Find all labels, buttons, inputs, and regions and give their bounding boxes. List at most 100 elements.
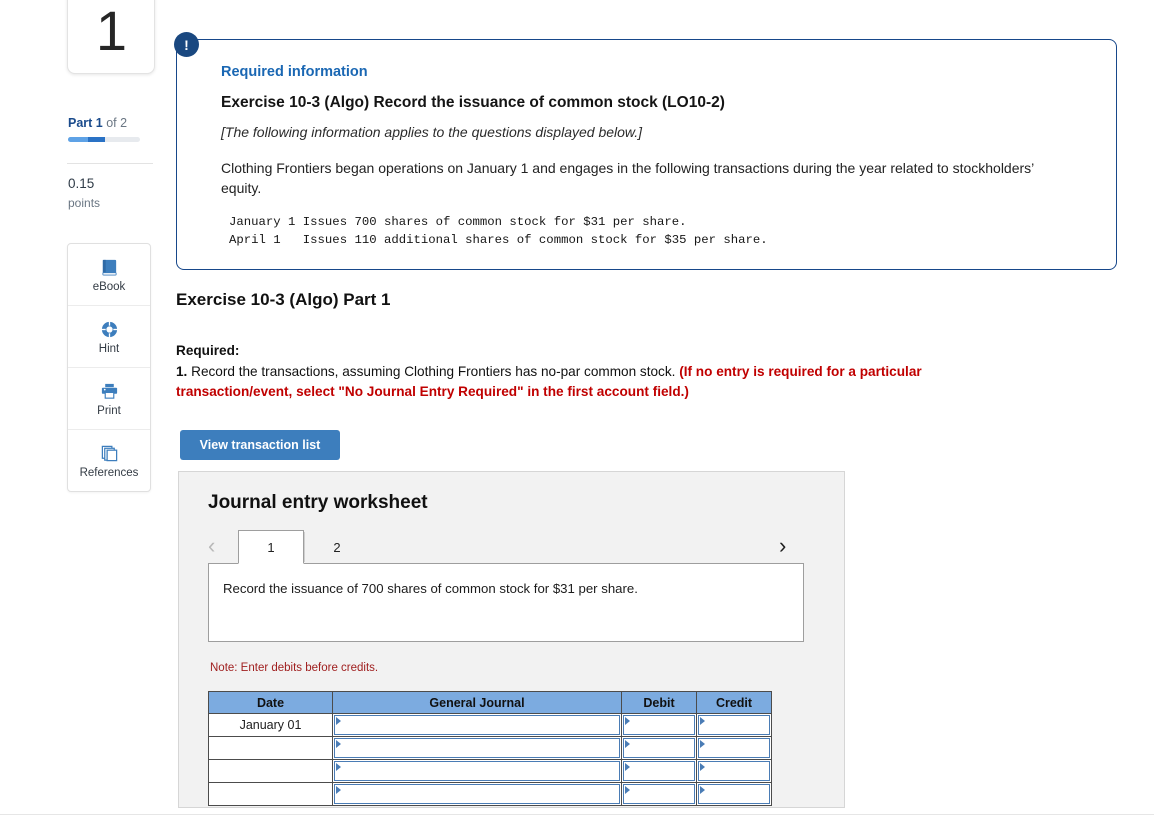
tab-entry-2[interactable]: 2 xyxy=(304,530,370,564)
sidebar-item-hint-label: Hint xyxy=(98,343,120,355)
copy-pages-icon xyxy=(100,442,119,464)
required-info-badge: ! xyxy=(174,32,199,57)
sidebar-divider xyxy=(67,163,153,164)
question-sidebar: 1 Part 1 of 2 0.15 points eBook Hint Pri… xyxy=(0,0,168,818)
table-header-row: Date General Journal Debit Credit xyxy=(208,691,772,714)
page-bottom-divider xyxy=(0,814,1154,815)
worksheet-instruction-panel: Record the issuance of 700 shares of com… xyxy=(208,563,804,642)
sidebar-item-print[interactable]: Print xyxy=(68,368,150,430)
tab-entry-1-label: 1 xyxy=(267,539,275,555)
cell-general-journal-1[interactable] xyxy=(332,713,622,737)
sidebar-item-ebook[interactable]: eBook xyxy=(68,244,150,306)
required-information-box: Required information Exercise 10-3 (Algo… xyxy=(176,39,1117,270)
assignment-page: 1 Part 1 of 2 0.15 points eBook Hint Pri… xyxy=(0,0,1154,818)
tab-entry-2-label: 2 xyxy=(333,539,341,555)
account-select-1[interactable] xyxy=(334,715,620,735)
debit-input-2[interactable] xyxy=(623,738,695,758)
cell-credit-2[interactable] xyxy=(696,736,772,760)
required-label: Required: xyxy=(176,343,240,358)
cell-debit-2[interactable] xyxy=(621,736,697,760)
credit-input-4[interactable] xyxy=(698,784,770,804)
cell-debit-1[interactable] xyxy=(621,713,697,737)
cell-credit-4[interactable] xyxy=(696,782,772,806)
column-header-credit: Credit xyxy=(696,691,772,714)
credit-input-3[interactable] xyxy=(698,761,770,781)
table-row xyxy=(208,736,772,760)
transactions-list: January 1 Issues 700 shares of common st… xyxy=(229,214,768,248)
tab-entry-1[interactable]: 1 xyxy=(238,530,304,564)
dropdown-caret-icon xyxy=(700,740,705,748)
dropdown-caret-icon xyxy=(625,786,630,794)
sidebar-item-ebook-label: eBook xyxy=(92,281,126,293)
debit-input-3[interactable] xyxy=(623,761,695,781)
sidebar-item-references[interactable]: References xyxy=(68,430,150,491)
table-row: January 01 xyxy=(208,713,772,737)
applies-note: [The following information applies to th… xyxy=(221,124,643,140)
points-value: 0.15 xyxy=(68,176,95,191)
prev-entry-chevron-icon[interactable]: ‹ xyxy=(208,533,215,559)
next-entry-chevron-icon[interactable]: › xyxy=(779,533,786,559)
cell-credit-3[interactable] xyxy=(696,759,772,783)
sidebar-item-hint[interactable]: Hint xyxy=(68,306,150,368)
part-indicator: Part 1 of 2 xyxy=(68,116,127,130)
cell-general-journal-2[interactable] xyxy=(332,736,622,760)
points-label: points xyxy=(68,196,101,210)
requirement-number: 1. xyxy=(176,364,188,379)
dropdown-caret-icon xyxy=(625,717,630,725)
progress-segment-2 xyxy=(88,137,105,142)
printer-icon xyxy=(100,380,119,402)
cell-date-1[interactable]: January 01 xyxy=(208,713,333,737)
part-total: of 2 xyxy=(102,116,128,130)
progress-segment-1 xyxy=(68,137,88,142)
dropdown-caret-icon xyxy=(625,763,630,771)
question-number-card: 1 xyxy=(67,0,155,74)
dropdown-caret-icon xyxy=(336,786,341,794)
credit-input-2[interactable] xyxy=(698,738,770,758)
table-row xyxy=(208,782,772,806)
part-current: Part 1 xyxy=(68,116,103,130)
debit-input-1[interactable] xyxy=(623,715,695,735)
sidebar-item-references-label: References xyxy=(79,467,139,479)
debits-before-credits-note: Note: Enter debits before credits. xyxy=(210,662,379,674)
requirement-text: Record the transactions, assuming Clothi… xyxy=(187,364,680,379)
dropdown-caret-icon xyxy=(700,717,705,725)
sidebar-item-print-label: Print xyxy=(97,405,121,417)
part-progress-bar xyxy=(68,137,140,142)
scenario-paragraph: Clothing Frontiers began operations on J… xyxy=(221,160,1034,197)
journal-entry-worksheet-panel: Journal entry worksheet ‹ 1 2 › Record t… xyxy=(178,471,845,808)
cell-date-3[interactable] xyxy=(208,759,333,783)
account-select-3[interactable] xyxy=(334,761,620,781)
credit-input-1[interactable] xyxy=(698,715,770,735)
account-select-4[interactable] xyxy=(334,784,620,804)
dropdown-caret-icon xyxy=(700,763,705,771)
cell-general-journal-3[interactable] xyxy=(332,759,622,783)
tool-panel: eBook Hint Print References xyxy=(67,243,151,492)
column-header-debit: Debit xyxy=(621,691,697,714)
dropdown-caret-icon xyxy=(700,786,705,794)
question-number: 1 xyxy=(95,0,127,62)
worksheet-instruction-text: Record the issuance of 700 shares of com… xyxy=(223,581,638,596)
worksheet-title: Journal entry worksheet xyxy=(208,492,428,513)
cell-debit-3[interactable] xyxy=(621,759,697,783)
part-heading: Exercise 10-3 (Algo) Part 1 xyxy=(176,290,391,309)
cell-date-2[interactable] xyxy=(208,736,333,760)
cell-date-4[interactable] xyxy=(208,782,333,806)
book-icon xyxy=(100,256,119,278)
account-select-2[interactable] xyxy=(334,738,620,758)
cell-general-journal-4[interactable] xyxy=(332,782,622,806)
column-header-general-journal: General Journal xyxy=(332,691,622,714)
cell-credit-1[interactable] xyxy=(696,713,772,737)
exercise-title: Exercise 10-3 (Algo) Record the issuance… xyxy=(221,94,725,111)
cell-debit-4[interactable] xyxy=(621,782,697,806)
required-information-heading: Required information xyxy=(221,64,368,80)
dropdown-caret-icon xyxy=(336,717,341,725)
dropdown-caret-icon xyxy=(336,763,341,771)
life-ring-icon xyxy=(100,318,119,340)
view-transaction-list-button[interactable]: View transaction list xyxy=(180,430,340,460)
requirement-text-block: 1. Record the transactions, assuming Clo… xyxy=(176,362,1036,401)
debit-input-4[interactable] xyxy=(623,784,695,804)
column-header-date: Date xyxy=(208,691,333,714)
dropdown-caret-icon xyxy=(336,740,341,748)
journal-entry-table: Date General Journal Debit Credit Januar… xyxy=(208,691,772,806)
table-row xyxy=(208,759,772,783)
